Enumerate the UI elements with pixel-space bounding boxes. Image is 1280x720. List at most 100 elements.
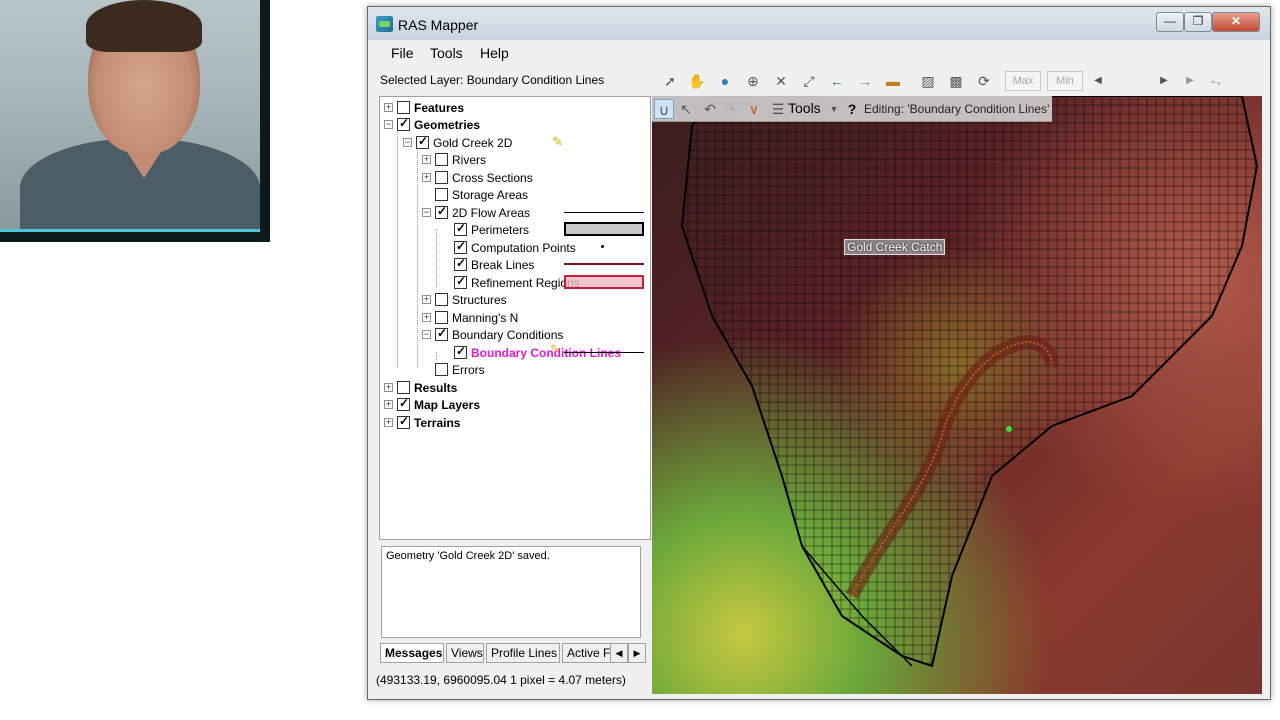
expand-icon[interactable]: +: [384, 383, 393, 392]
draw-line-icon[interactable]: ∪: [654, 99, 674, 119]
tab-scroll-right-icon[interactable]: ▶: [628, 643, 646, 663]
undo-icon[interactable]: ↶: [700, 99, 720, 119]
storage-areas-checkbox[interactable]: [435, 188, 448, 201]
tab-scroll-left-icon[interactable]: ◀: [610, 643, 628, 663]
tab-views[interactable]: Views: [446, 643, 484, 663]
minimize-button[interactable]: —: [1156, 12, 1184, 32]
min-button[interactable]: Min: [1047, 71, 1083, 91]
tree-label: 2D Flow Areas: [452, 205, 531, 220]
refinement-regions-checkbox[interactable]: [454, 274, 467, 289]
polyline-icon[interactable]: ∨: [744, 99, 764, 119]
step-forward-icon[interactable]: ▶: [1154, 71, 1174, 91]
breakline-symbol: [564, 263, 644, 265]
tree-item-geometries[interactable]: − Geometries: [384, 116, 480, 133]
tree-item-gold-creek-2d[interactable]: − Gold Creek 2D: [403, 134, 512, 151]
map-layers-checkbox[interactable]: [397, 396, 410, 411]
tree-label: Break Lines: [471, 257, 535, 272]
menu-help[interactable]: Help: [480, 45, 509, 61]
title-bar[interactable]: RAS Mapper — ❐ ✕: [368, 7, 1270, 40]
results-checkbox[interactable]: [397, 381, 410, 394]
maximize-button[interactable]: ❐: [1184, 12, 1212, 32]
tree-connector: [436, 352, 437, 360]
tree-item-features[interactable]: + Features: [384, 99, 464, 116]
tab-active-features[interactable]: Active F: [562, 643, 612, 663]
tree-item-mannings-n[interactable]: + Manning's N: [422, 309, 518, 326]
gold-creek-checkbox[interactable]: [416, 134, 429, 149]
map-canvas[interactable]: ∪ ↖ ↶ ↷ ∨ ☰ Tools ▼ ? Editing: 'Boundary…: [652, 96, 1262, 694]
tree-connector: [397, 127, 398, 367]
redo-icon[interactable]: ↷: [720, 99, 740, 119]
boundary-conditions-checkbox[interactable]: [435, 326, 448, 341]
animate-icon[interactable]: ⥊: [1206, 71, 1226, 91]
flow-areas-checkbox[interactable]: [435, 204, 448, 219]
refresh-icon[interactable]: ⟳: [974, 71, 994, 91]
step-back-icon[interactable]: ◀: [1088, 71, 1108, 91]
tab-messages[interactable]: Messages: [380, 643, 444, 663]
features-checkbox[interactable]: [397, 101, 410, 114]
collapse-icon[interactable]: −: [384, 120, 393, 129]
zoom-out-icon[interactable]: ✕: [771, 71, 791, 91]
tree-item-terrains[interactable]: + Terrains: [384, 414, 460, 431]
computation-points-checkbox[interactable]: [454, 239, 467, 254]
bottom-tabs: Messages Views Profile Lines Active F ◀ …: [380, 643, 648, 663]
tree-item-2d-flow-areas[interactable]: − 2D Flow Areas: [422, 204, 530, 221]
help-icon[interactable]: ?: [842, 99, 862, 119]
collapse-icon[interactable]: −: [422, 208, 431, 217]
expand-icon[interactable]: +: [422, 173, 431, 182]
errors-checkbox[interactable]: [435, 363, 448, 376]
tree-item-structures[interactable]: + Structures: [422, 291, 507, 308]
max-button[interactable]: Max: [1005, 71, 1041, 91]
expand-icon[interactable]: +: [384, 400, 393, 409]
tree-item-errors[interactable]: Errors: [422, 361, 485, 378]
chevron-down-icon[interactable]: ▼: [824, 99, 844, 119]
tools-menu-icon[interactable]: ☰: [768, 99, 788, 119]
collapse-icon[interactable]: −: [403, 138, 412, 147]
status-bar: (493133.19, 6960095.04 1 pixel = 4.07 me…: [376, 673, 626, 687]
tab-profile-lines[interactable]: Profile Lines: [486, 643, 560, 663]
full-extent-icon[interactable]: ⤢: [799, 71, 819, 91]
geometries-checkbox[interactable]: [397, 116, 410, 131]
tree-item-computation-points[interactable]: Computation Points: [441, 239, 576, 256]
break-lines-checkbox[interactable]: [454, 256, 467, 271]
menu-tools[interactable]: Tools: [430, 45, 463, 61]
tree-item-perimeters[interactable]: Perimeters: [441, 221, 529, 238]
tree-item-break-lines[interactable]: Break Lines: [441, 256, 534, 273]
globe-icon[interactable]: ●: [715, 71, 735, 91]
pan-hand-icon[interactable]: ✋: [687, 71, 707, 91]
expand-icon[interactable]: +: [422, 313, 431, 322]
pointer-icon[interactable]: ➚: [660, 71, 680, 91]
grid-icon[interactable]: ▩: [946, 71, 966, 91]
measure-icon[interactable]: ▬: [883, 71, 903, 91]
structures-checkbox[interactable]: [435, 293, 448, 306]
tools-dropdown[interactable]: Tools: [788, 100, 821, 116]
identify-icon[interactable]: ▨: [918, 71, 938, 91]
terrains-checkbox[interactable]: [397, 414, 410, 429]
edit-vertex-icon[interactable]: ↖: [676, 99, 696, 119]
bc-lines-checkbox[interactable]: [454, 344, 467, 359]
menu-file[interactable]: File: [391, 45, 414, 61]
tree-item-rivers[interactable]: + Rivers: [422, 151, 486, 168]
expand-icon[interactable]: +: [422, 155, 431, 164]
webcam-border: [0, 229, 260, 232]
tree-item-results[interactable]: + Results: [384, 379, 457, 396]
rivers-checkbox[interactable]: [435, 153, 448, 166]
perimeters-checkbox[interactable]: [454, 221, 467, 236]
tree-item-boundary-conditions[interactable]: − Boundary Conditions: [422, 326, 563, 343]
close-button[interactable]: ✕: [1212, 12, 1260, 32]
tree-item-refinement-regions[interactable]: Refinement Regions: [441, 274, 580, 291]
collapse-icon[interactable]: −: [422, 330, 431, 339]
back-arrow-icon[interactable]: ←: [827, 71, 847, 91]
bc-line-symbol: [564, 352, 644, 353]
cross-sections-checkbox[interactable]: [435, 171, 448, 184]
play-icon[interactable]: ▶: [1180, 71, 1200, 91]
zoom-in-icon[interactable]: ⊕: [743, 71, 763, 91]
expand-icon[interactable]: +: [384, 418, 393, 427]
forward-arrow-icon[interactable]: →: [855, 71, 875, 91]
mannings-checkbox[interactable]: [435, 311, 448, 324]
terrain-map[interactable]: [652, 96, 1262, 694]
expand-icon[interactable]: +: [422, 295, 431, 304]
expand-icon[interactable]: +: [384, 103, 393, 112]
tree-item-map-layers[interactable]: + Map Layers: [384, 396, 480, 413]
tree-item-storage-areas[interactable]: Storage Areas: [422, 186, 528, 203]
tree-item-cross-sections[interactable]: + Cross Sections: [422, 169, 533, 186]
